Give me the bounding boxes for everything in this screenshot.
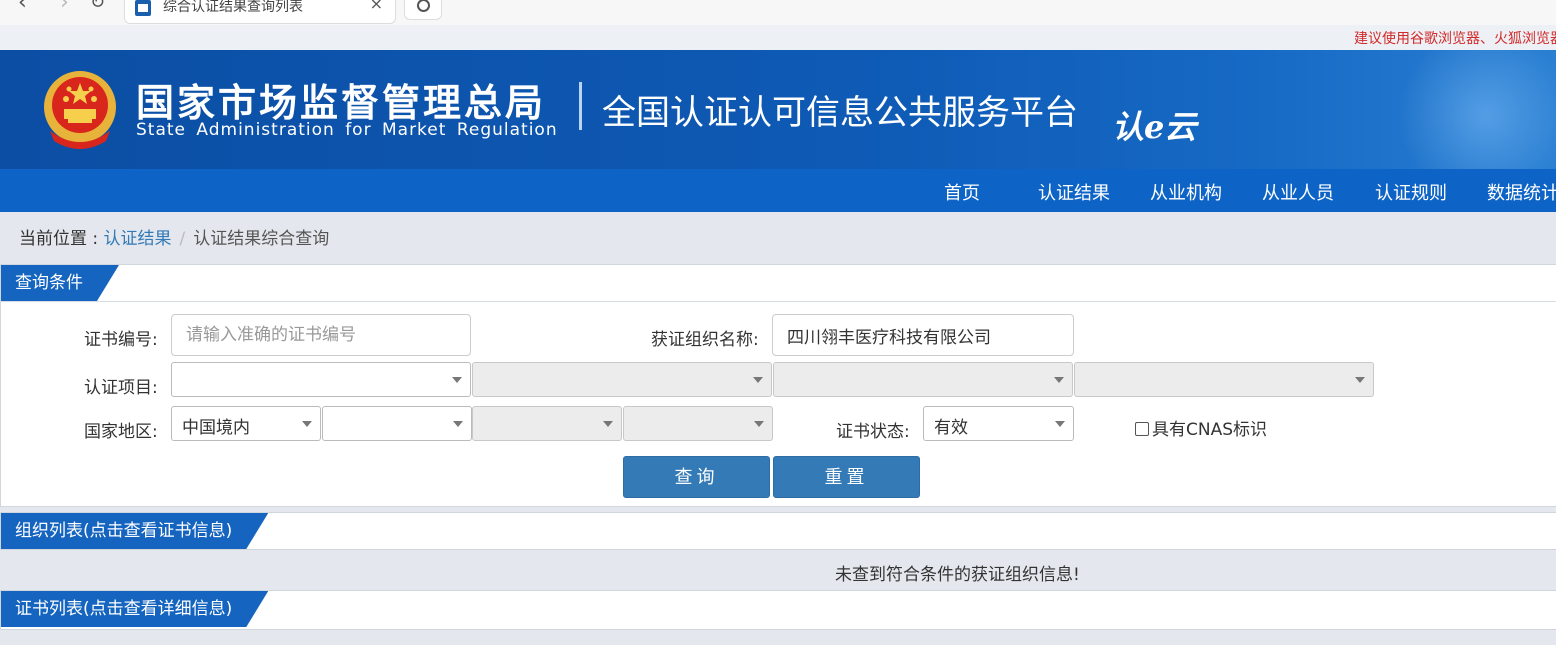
org-list-empty-message: 未查到符合条件的获证组织信息! <box>835 565 1080 585</box>
chevron-down-icon <box>1055 421 1065 427</box>
cert-project-select-4 <box>1074 362 1374 397</box>
cert-project-select-3 <box>773 362 1073 397</box>
breadcrumb-separator: / <box>179 229 186 249</box>
browser-recommendation-text: 建议使用谷歌浏览器、火狐浏览器 <box>1354 31 1556 47</box>
tab-search-button[interactable] <box>404 0 442 20</box>
cnas-checkbox[interactable]: 具有CNAS标识 <box>1135 415 1267 440</box>
chevron-down-icon <box>1355 377 1365 383</box>
national-emblem-icon <box>44 71 116 149</box>
tab-title: 综合认证结果查询列表 <box>163 0 303 15</box>
forward-arrow-icon[interactable]: › <box>60 0 69 14</box>
close-tab-icon[interactable]: × <box>370 0 383 13</box>
region-select-province[interactable] <box>322 406 472 441</box>
org-list-header: 组织列表(点击查看证书信息) <box>1 513 1556 549</box>
browser-chrome: ‹ › ↻ 综合认证结果查询列表 × <box>0 0 1556 25</box>
nav-item-institutions[interactable]: 从业机构 <box>1150 179 1222 205</box>
region-select-district <box>623 406 773 441</box>
platform-title: 全国认证认可信息公共服务平台 <box>602 93 1078 133</box>
cert-list-header: 证书列表(点击查看详细信息) <box>1 591 1556 627</box>
agency-name-cn: 国家市场监督管理总局 <box>136 81 547 125</box>
breadcrumb: 当前位置 : 认证结果 / 认证结果综合查询 <box>19 224 329 249</box>
chevron-down-icon <box>1054 377 1064 383</box>
org-list-panel: 组织列表(点击查看证书信息) <box>0 512 1556 550</box>
cert-status-label: 证书状态: <box>836 422 910 442</box>
checkbox-box-icon[interactable] <box>1135 422 1149 436</box>
chevron-down-icon <box>603 421 613 427</box>
cert-status-select[interactable]: 有效 <box>923 406 1074 441</box>
org-name-label: 获证组织名称: <box>651 330 759 350</box>
site-banner: 国家市场监督管理总局 State Administration for Mark… <box>0 50 1556 169</box>
chevron-down-icon <box>452 377 462 383</box>
region-select-country[interactable]: 中国境内 <box>171 406 321 441</box>
cert-number-label: 证书编号: <box>84 330 158 350</box>
reload-icon[interactable]: ↻ <box>90 0 105 14</box>
site-favicon-icon <box>135 0 151 16</box>
search-button[interactable]: 查询 <box>623 456 770 498</box>
breadcrumb-link-cert-results[interactable]: 认证结果 <box>104 229 172 249</box>
query-panel-header: 查询条件 <box>1 265 1556 302</box>
cert-list-title: 证书列表(点击查看详细信息) <box>1 591 268 627</box>
chevron-down-icon <box>754 421 764 427</box>
chevron-down-icon <box>753 377 763 383</box>
query-panel-title: 查询条件 <box>1 265 119 301</box>
nav-item-cert-rules[interactable]: 认证规则 <box>1375 179 1447 205</box>
nav-item-personnel[interactable]: 从业人员 <box>1262 179 1334 205</box>
breadcrumb-current: 认证结果综合查询 <box>193 229 330 249</box>
region-select-city <box>472 406 622 441</box>
banner-divider <box>579 82 582 130</box>
region-label: 国家地区: <box>84 422 158 442</box>
org-name-input[interactable] <box>772 314 1074 356</box>
browser-notice-bar: 建议使用谷歌浏览器、火狐浏览器 <box>0 25 1556 50</box>
query-panel: 查询条件 证书编号: 获证组织名称: 认证项目: 国家地区: 中国境内 证书状态… <box>0 264 1556 507</box>
banner-decoration <box>1380 50 1556 169</box>
breadcrumb-lead: 当前位置 : <box>19 229 104 249</box>
nav-item-cert-results[interactable]: 认证结果 <box>1038 179 1110 205</box>
back-arrow-icon[interactable]: ‹ <box>18 0 27 14</box>
cert-project-label: 认证项目: <box>84 378 158 398</box>
agency-name-en: State Administration for Market Regulati… <box>136 120 558 140</box>
cert-number-input[interactable] <box>171 314 471 356</box>
browser-tab[interactable]: 综合认证结果查询列表 × <box>124 0 396 24</box>
chevron-down-icon <box>302 421 312 427</box>
main-nav: 首页 认证结果 从业机构 从业人员 认证规则 数据统计 <box>0 169 1556 212</box>
cert-project-select-1[interactable] <box>171 362 471 397</box>
chevron-down-icon <box>453 421 463 427</box>
reset-button[interactable]: 重置 <box>773 456 920 498</box>
cnas-checkbox-label: 具有CNAS标识 <box>1152 420 1268 440</box>
nav-item-home[interactable]: 首页 <box>944 179 980 205</box>
search-icon <box>417 0 430 12</box>
nav-item-statistics[interactable]: 数据统计 <box>1487 179 1556 205</box>
org-list-title: 组织列表(点击查看证书信息) <box>1 513 268 549</box>
cert-project-select-2 <box>472 362 772 397</box>
platform-logo: 认e云 <box>1112 108 1197 146</box>
cert-list-panel: 证书列表(点击查看详细信息) <box>0 590 1556 630</box>
